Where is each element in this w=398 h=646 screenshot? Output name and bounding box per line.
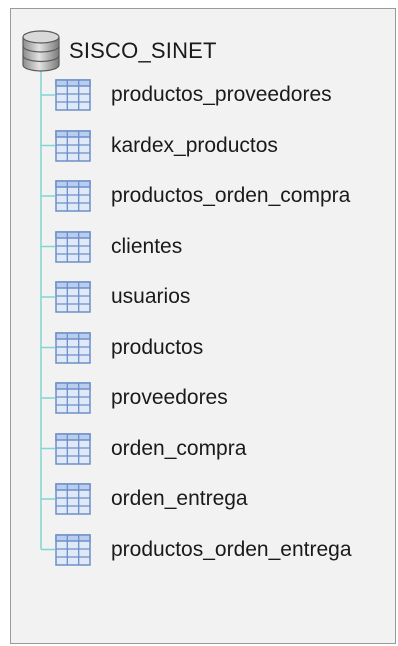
tree-children-list: productos_proveedores kardex_productos p… [11,70,397,575]
table-icon [55,281,91,313]
tree-root-label: SISCO_SINET [69,38,217,63]
tree-item-label: clientes [111,234,183,258]
tree-item-label: productos_orden_compra [111,184,351,207]
tree-item-label: orden_compra [111,436,247,460]
table-icon [55,129,91,162]
tree-item-productos[interactable]: productos [11,323,397,374]
table-icon [55,230,91,263]
tree-item-productos-proveedores[interactable]: productos_proveedores [11,70,397,121]
table-icon [55,432,91,465]
tree-item-label: usuarios [111,285,191,308]
database-icon [22,30,60,72]
tree-item-kardex-productos[interactable]: kardex_productos [11,121,397,172]
table-icon [55,180,91,212]
table-icon [55,79,91,111]
tree-item-label: productos_proveedores [111,83,332,106]
tree-item-label: orden_entrega [111,487,248,510]
table-icon [55,533,91,566]
database-tree-panel: SISCO_SINET productos_proveedores kardex [10,8,396,644]
tree-item-productos-orden-compra[interactable]: productos_orden_compra [11,171,397,222]
tree-item-proveedores[interactable]: proveedores [11,373,397,424]
table-icon [55,483,91,515]
tree-item-label: kardex_productos [111,133,278,157]
tree-item-label: productos [111,335,204,359]
tree-item-orden-entrega[interactable]: orden_entrega [11,474,397,525]
tree-item-orden-compra[interactable]: orden_compra [11,424,397,475]
tree-item-label: productos_orden_entrega [111,537,352,561]
table-icon [55,382,91,414]
table-icon [55,331,91,364]
tree-item-clientes[interactable]: clientes [11,222,397,273]
tree-item-label: proveedores [111,386,228,409]
tree-item-usuarios[interactable]: usuarios [11,272,397,323]
tree-item-productos-orden-entrega[interactable]: productos_orden_entrega [11,525,397,576]
